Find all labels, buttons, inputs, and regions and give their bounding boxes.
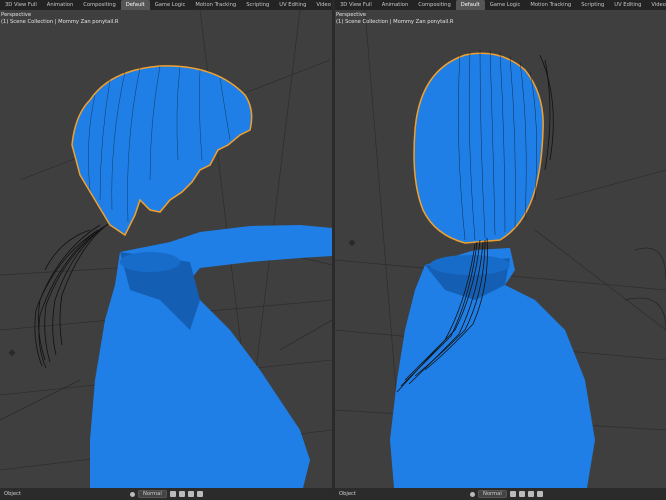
left-neck-hole — [120, 252, 180, 272]
right-tab-motion-tracking[interactable]: Motion Tracking — [525, 0, 576, 10]
left-tab-compositing[interactable]: Compositing — [78, 0, 121, 10]
right-bottom-bar: Object Normal — [335, 488, 666, 500]
right-tab-uv-editing[interactable]: UV Editing — [609, 0, 646, 10]
left-scene[interactable] — [0, 0, 332, 500]
right-snap-icon[interactable] — [518, 491, 525, 497]
left-empty-marker — [8, 349, 16, 357]
left-tab-default[interactable]: Default — [120, 0, 150, 10]
right-mode-selector[interactable]: Object — [339, 491, 356, 497]
left-shading-controls: Normal — [130, 490, 203, 498]
right-proportional-edit-icon[interactable] — [527, 491, 534, 497]
left-proportional-edit-icon[interactable] — [187, 491, 194, 497]
right-viewport-shading-icon[interactable] — [470, 491, 475, 497]
left-tab-video-editing[interactable]: Video Editing — [311, 0, 332, 10]
right-tab-game-logic[interactable]: Game Logic — [485, 0, 526, 10]
left-view-label: Perspective — [1, 12, 32, 18]
left-tab-uv-editing[interactable]: UV Editing — [274, 0, 311, 10]
right-tab-scripting[interactable]: Scripting — [576, 0, 609, 10]
right-collection-label: (1) Scene Collection | Mommy Zan ponytai… — [336, 19, 454, 25]
right-tab-video-editing[interactable]: Video Editing — [646, 0, 666, 10]
left-tab-3d-view-full[interactable]: 3D View Full — [0, 0, 42, 10]
right-pivot-icon[interactable] — [509, 491, 516, 497]
left-ponytail — [34, 223, 109, 369]
left-collection-label: (1) Scene Collection | Mommy Zan ponytai… — [1, 19, 119, 25]
left-bottom-bar: Object Normal — [0, 488, 332, 500]
right-shading-dropdown[interactable]: Normal — [478, 490, 507, 498]
left-mode-selector[interactable]: Object — [4, 491, 21, 497]
right-tab-3d-view-full[interactable]: 3D View Full — [335, 0, 377, 10]
left-snap-icon[interactable] — [178, 491, 185, 497]
left-workspace-tabs: 3D View Full Animation Compositing Defau… — [0, 0, 332, 10]
left-tab-motion-tracking[interactable]: Motion Tracking — [190, 0, 241, 10]
right-tab-compositing[interactable]: Compositing — [413, 0, 456, 10]
left-tab-game-logic[interactable]: Game Logic — [150, 0, 191, 10]
left-overlay-icon[interactable] — [196, 491, 203, 497]
right-tab-animation[interactable]: Animation — [377, 0, 413, 10]
right-shading-controls: Normal — [470, 490, 543, 498]
right-ground-circle — [634, 247, 666, 281]
right-tab-default[interactable]: Default — [455, 0, 485, 10]
left-tab-animation[interactable]: Animation — [42, 0, 78, 10]
right-view-label: Perspective — [336, 12, 367, 18]
left-viewport[interactable]: 3D View Full Animation Compositing Defau… — [0, 0, 332, 500]
left-pivot-icon[interactable] — [169, 491, 176, 497]
right-workspace-tabs: 3D View Full Animation Compositing Defau… — [335, 0, 666, 10]
left-shading-dropdown[interactable]: Normal — [138, 490, 167, 498]
left-viewport-shading-icon[interactable] — [130, 491, 135, 497]
right-head-mesh — [413, 52, 544, 244]
right-empty-marker — [348, 239, 356, 247]
right-scene[interactable] — [335, 0, 666, 500]
right-viewport[interactable]: 3D View Full Animation Compositing Defau… — [335, 0, 666, 500]
right-overlay-icon[interactable] — [536, 491, 543, 497]
left-tab-scripting[interactable]: Scripting — [241, 0, 274, 10]
